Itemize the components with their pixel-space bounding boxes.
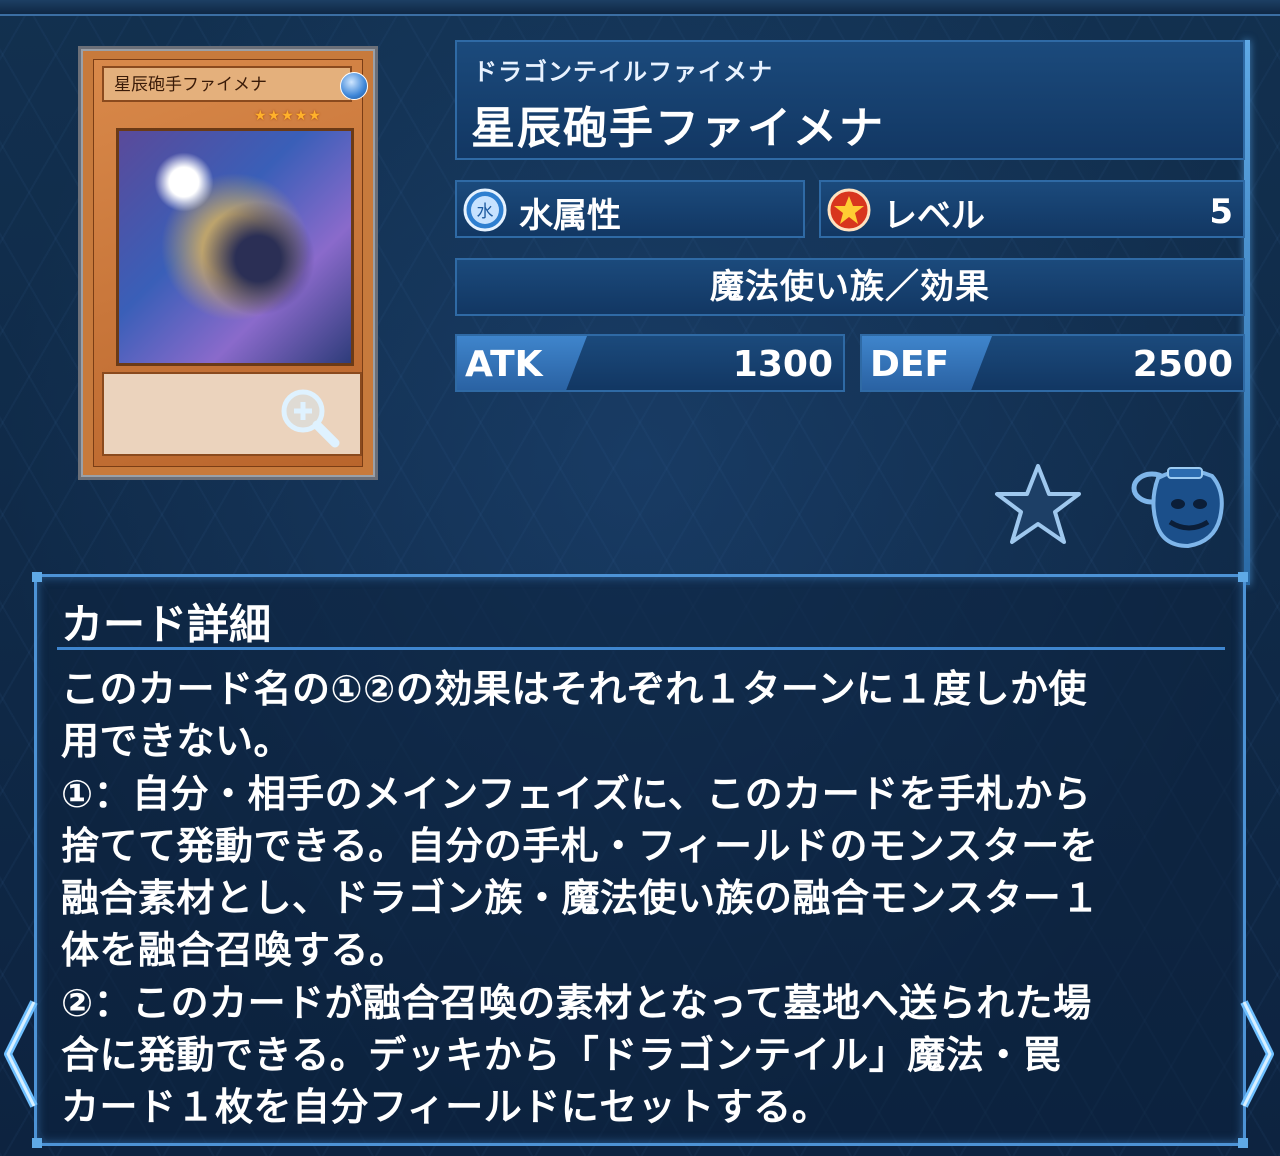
svg-text:水: 水 (477, 202, 494, 222)
level-value: 5 (1209, 192, 1233, 232)
card-ruby: ドラゴンテイルファイメナ (473, 58, 773, 86)
level-panel: レベル 5 (819, 180, 1245, 238)
card-effect-text: このカード名の①②の効果はそれぞれ１ターンに１度しか使 用できない。 ①：自分・… (61, 667, 1100, 1130)
attribute-text: 水属性 (519, 196, 621, 236)
def-label: DEF (862, 336, 992, 390)
card-name: 星辰砲手ファイメナ (471, 103, 885, 154)
water-attribute-icon: 水 (463, 188, 507, 232)
card-image[interactable]: 星辰砲手ファイメナ ★★★★★ (78, 46, 378, 480)
level-label: レベル (883, 196, 985, 236)
detail-divider (57, 647, 1225, 650)
card-attribute-icon (340, 72, 368, 100)
chevron-right-icon[interactable] (1238, 994, 1278, 1114)
chevron-left-icon[interactable] (0, 994, 40, 1114)
zoom-icon[interactable] (277, 385, 343, 451)
card-image-name: 星辰砲手ファイメナ (102, 66, 352, 102)
level-star-icon (827, 188, 871, 232)
top-bar (0, 0, 1280, 16)
card-artwork (116, 128, 354, 366)
favorite-star-icon[interactable] (994, 462, 1082, 548)
type-panel: 魔法使い族／効果 (455, 258, 1245, 316)
detail-title: カード詳細 (61, 600, 272, 649)
card-detail-panel: カード詳細 このカード名の①②の効果はそれぞれ１ターンに１度しか使 用できない。… (32, 572, 1248, 1148)
atk-panel: ATK 1300 (455, 334, 845, 392)
atk-label: ATK (457, 336, 587, 390)
attribute-panel: 水 水属性 (455, 180, 805, 238)
card-name-panel: ドラゴンテイルファイメナ 星辰砲手ファイメナ (455, 40, 1245, 160)
def-value: 2500 (1132, 344, 1233, 385)
panel-corner (32, 1138, 42, 1148)
panel-corner (1238, 1138, 1248, 1148)
atk-value: 1300 (732, 344, 833, 385)
pot-of-greed-icon[interactable] (1128, 462, 1232, 550)
panel-corner (1238, 572, 1248, 582)
panel-corner (32, 572, 42, 582)
card-level-stars: ★★★★★ (254, 108, 322, 124)
type-line: 魔法使い族／効果 (710, 267, 990, 307)
def-panel: DEF 2500 (860, 334, 1245, 392)
